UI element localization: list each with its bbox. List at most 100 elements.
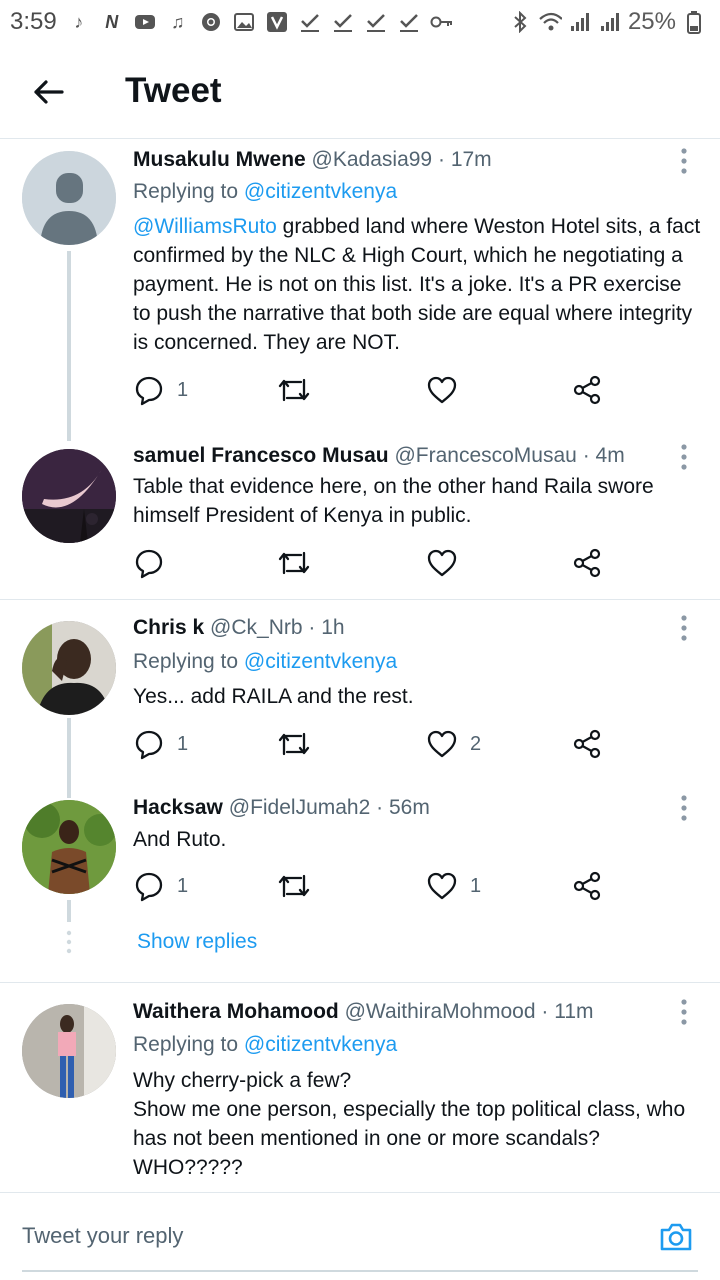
user-handle[interactable]: @Ck_Nrb: [210, 616, 303, 639]
check-icon: [397, 10, 421, 34]
tweet-age: 11m: [554, 1000, 594, 1023]
camera-icon[interactable]: [658, 1219, 694, 1255]
avatar[interactable]: [22, 800, 116, 894]
tweet-actions: [133, 545, 613, 581]
retweet-button[interactable]: [277, 726, 323, 762]
tweet[interactable]: Waithera Mohamood @WaithiraMohmood · 11m…: [0, 983, 720, 1193]
more-options-icon[interactable]: [676, 793, 692, 823]
mention-link[interactable]: @WilliamsRuto: [133, 215, 277, 238]
reply-icon: [135, 549, 163, 579]
retweet-icon: [278, 551, 310, 575]
reply-count: 1: [177, 378, 189, 401]
user-handle[interactable]: @FidelJumah2: [229, 796, 371, 819]
tweet-age: 4m: [595, 444, 625, 467]
share-icon: [573, 871, 601, 901]
heart-icon: [427, 549, 457, 577]
user-handle[interactable]: @Kadasia99: [312, 148, 433, 171]
chrome-icon: [199, 10, 223, 34]
show-replies-link[interactable]: Show replies: [137, 930, 257, 954]
battery-percent: 25%: [627, 8, 676, 35]
display-name[interactable]: Waithera Mohamood: [133, 1000, 339, 1023]
profile-photo-image: [22, 621, 116, 715]
check-icon: [298, 10, 322, 34]
profile-photo-image: [22, 1004, 116, 1098]
app-header: Tweet: [0, 44, 720, 139]
retweet-icon: [278, 732, 310, 756]
tiktok-icon: ♫: [170, 11, 185, 32]
like-button[interactable]: 2: [426, 726, 481, 762]
heart-icon: [427, 872, 457, 900]
replying-to: Replying to @citizentvkenya: [133, 180, 398, 203]
more-options-icon[interactable]: [676, 442, 692, 472]
thread-line: [67, 251, 71, 441]
share-button[interactable]: [571, 868, 603, 904]
display-name[interactable]: Hacksaw: [133, 796, 223, 819]
more-options-icon[interactable]: [676, 146, 692, 176]
more-options-icon[interactable]: [676, 613, 692, 643]
display-name[interactable]: Chris k: [133, 616, 204, 639]
replying-to-link[interactable]: @citizentvkenya: [244, 650, 397, 673]
reply-button[interactable]: [133, 545, 177, 581]
avatar[interactable]: [22, 1004, 116, 1098]
reply-count: 1: [177, 874, 189, 897]
moon-avatar-image: [22, 449, 116, 543]
tweet[interactable]: Musakulu Mwene @Kadasia99 · 17m Replying…: [0, 139, 720, 441]
tweet-header: Waithera Mohamood @WaithiraMohmood · 11m: [133, 1000, 594, 1023]
share-icon: [573, 375, 601, 405]
back-arrow-icon[interactable]: [30, 74, 66, 110]
reply-button[interactable]: 1: [133, 726, 188, 762]
avatar[interactable]: [22, 449, 116, 543]
bluetooth-icon: [508, 10, 532, 34]
tweet-text: Table that evidence here, on the other h…: [133, 475, 654, 527]
share-button[interactable]: [571, 545, 603, 581]
more-options-icon[interactable]: [676, 997, 692, 1027]
user-handle[interactable]: @FrancescoMusau: [394, 444, 576, 467]
tweet-text: @WilliamsRuto grabbed land where Weston …: [133, 215, 701, 354]
reply-count: 1: [177, 732, 189, 755]
reply-button[interactable]: 1: [133, 372, 188, 408]
tweet-actions: 1: [133, 372, 613, 408]
check-icon: [331, 10, 355, 34]
retweet-button[interactable]: [277, 868, 323, 904]
netflix-icon: N: [105, 11, 119, 32]
display-name[interactable]: samuel Francesco Musau: [133, 444, 389, 467]
like-button[interactable]: [426, 372, 470, 408]
music-note-icon: ♪: [74, 11, 84, 32]
retweet-button[interactable]: [277, 372, 323, 408]
retweet-icon: [278, 874, 310, 898]
signal-icon: [598, 10, 622, 34]
tweet-actions: 1 2: [133, 726, 613, 762]
like-button[interactable]: 1: [426, 868, 481, 904]
system-status: 25%: [508, 8, 706, 36]
retweet-button[interactable]: [277, 545, 323, 581]
profile-photo-image: [22, 800, 116, 894]
tweet-text: And Ruto.: [133, 828, 227, 851]
status-time: 3:59: [10, 8, 57, 35]
reply-input[interactable]: [22, 1223, 522, 1249]
tweet[interactable]: Chris k @Ck_Nrb · 1h Replying to @citize…: [0, 600, 720, 798]
tweet[interactable]: samuel Francesco Musau @FrancescoMusau ·…: [0, 439, 720, 599]
avatar[interactable]: [22, 621, 116, 715]
tweet[interactable]: Hacksaw @FidelJumah2 · 56m And Ruto. 1 1…: [0, 780, 720, 980]
notification-icons: ♪ N ♫: [67, 10, 454, 34]
page-title: Tweet: [125, 71, 222, 110]
share-button[interactable]: [571, 372, 603, 408]
share-icon: [573, 729, 601, 759]
youtube-icon: [133, 10, 157, 34]
display-name[interactable]: Musakulu Mwene: [133, 148, 306, 171]
tweet-age: 1h: [321, 616, 345, 639]
share-button[interactable]: [571, 726, 603, 762]
reply-icon: [135, 730, 163, 760]
check-icon: [364, 10, 388, 34]
like-button[interactable]: [426, 545, 470, 581]
retweet-icon: [278, 378, 310, 402]
reply-button[interactable]: 1: [133, 868, 188, 904]
like-count: 1: [470, 874, 482, 897]
avatar[interactable]: [22, 151, 116, 245]
thread-dots-icon: [66, 930, 72, 954]
replying-to-link[interactable]: @citizentvkenya: [244, 1033, 397, 1056]
tweet-header: Musakulu Mwene @Kadasia99 · 17m: [133, 148, 492, 171]
user-handle[interactable]: @WaithiraMohmood: [345, 1000, 536, 1023]
replying-to-link[interactable]: @citizentvkenya: [244, 180, 397, 203]
reply-underline: [22, 1270, 698, 1272]
